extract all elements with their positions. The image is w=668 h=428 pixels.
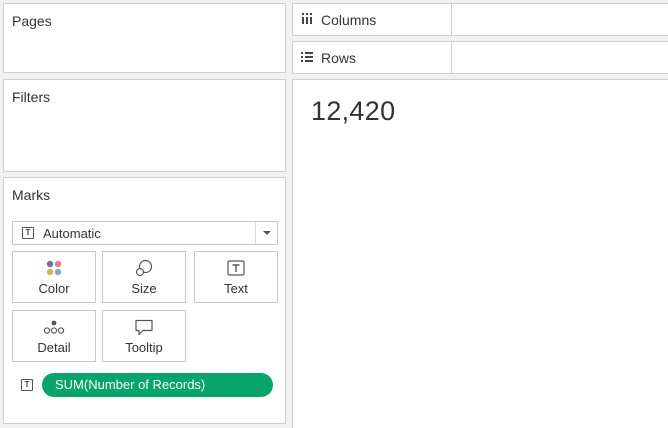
detail-button[interactable]: Detail — [12, 310, 96, 362]
pages-card[interactable]: Pages — [3, 3, 286, 73]
rows-icon — [300, 51, 314, 65]
tooltip-icon — [103, 318, 185, 336]
size-button[interactable]: Size — [102, 251, 186, 303]
color-button[interactable]: Color — [12, 251, 96, 303]
mark-type-label: Automatic — [43, 226, 101, 241]
text-mark-icon: T — [22, 227, 34, 239]
columns-icon — [300, 12, 314, 27]
columns-shelf-label: Columns — [293, 4, 452, 35]
size-icon — [103, 259, 185, 277]
detail-label: Detail — [37, 340, 71, 355]
view-canvas[interactable]: 12,420 — [292, 79, 668, 428]
detail-icon — [13, 318, 95, 336]
marks-title: Marks — [12, 187, 51, 203]
rows-label: Rows — [321, 49, 357, 66]
text-encoding-icon[interactable]: T — [21, 379, 33, 391]
rows-shelf[interactable]: Rows — [292, 41, 668, 74]
pages-title: Pages — [12, 13, 52, 29]
measure-pill[interactable]: SUM(Number of Records) — [42, 373, 273, 397]
tooltip-label: Tooltip — [125, 340, 163, 355]
mark-type-dropdown[interactable]: T Automatic — [12, 221, 278, 245]
color-icon — [13, 259, 95, 277]
tooltip-button[interactable]: Tooltip — [102, 310, 186, 362]
marks-card: Marks T Automatic Color Size Text Detail… — [3, 177, 286, 424]
columns-label: Columns — [321, 11, 377, 28]
text-label: Text — [224, 281, 248, 296]
rows-shelf-label: Rows — [293, 42, 452, 73]
dropdown-arrow-icon[interactable] — [255, 222, 277, 244]
filters-title: Filters — [12, 89, 51, 105]
color-label: Color — [38, 281, 70, 296]
size-label: Size — [131, 281, 157, 296]
columns-shelf[interactable]: Columns — [292, 3, 668, 36]
record-count-value[interactable]: 12,420 — [311, 96, 395, 127]
text-button[interactable]: Text — [194, 251, 278, 303]
marks-field-row: T SUM(Number of Records) — [12, 373, 278, 397]
text-icon — [195, 259, 277, 277]
filters-card[interactable]: Filters — [3, 79, 286, 172]
